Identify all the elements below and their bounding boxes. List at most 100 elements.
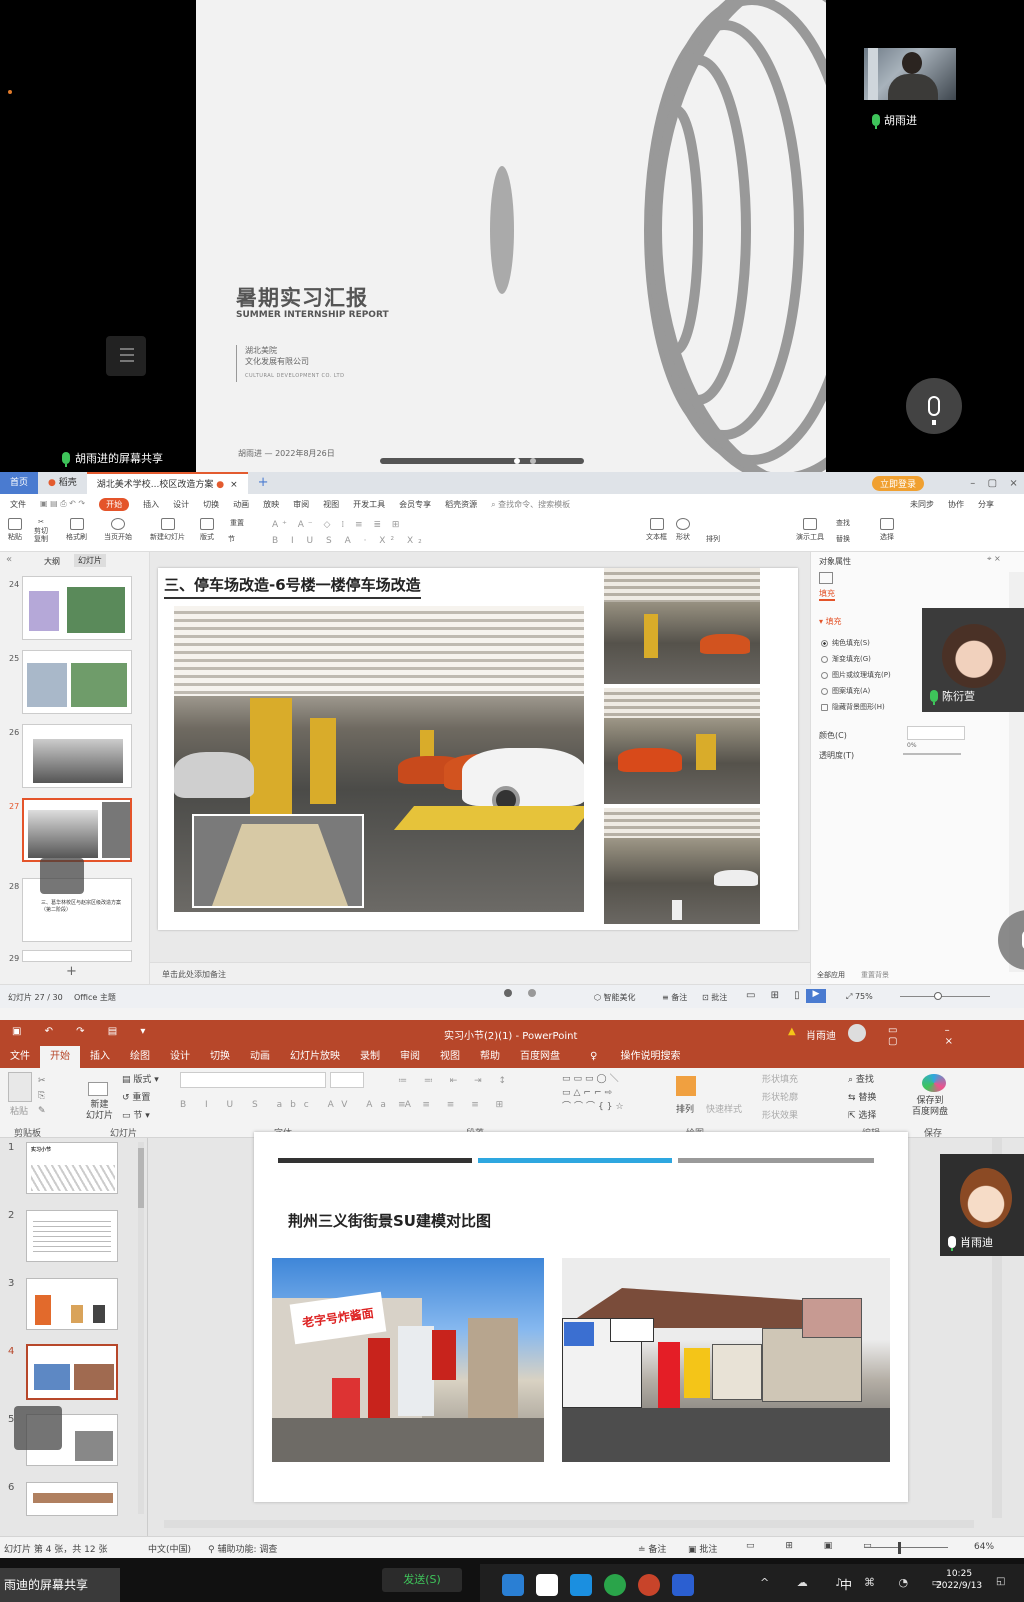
slide-thumb-4[interactable] <box>26 1344 118 1400</box>
apply-all-button[interactable]: 全部应用 <box>817 970 845 980</box>
replace-button[interactable]: 替换 <box>836 534 850 544</box>
mute-mic-button[interactable] <box>906 378 962 434</box>
notes-button[interactable]: ≐ 备注 <box>638 1542 666 1555</box>
shape-button[interactable]: 形状 <box>676 518 690 542</box>
shape-effects-button[interactable]: 形状效果 <box>762 1108 798 1121</box>
menu-animations[interactable]: 动画 <box>240 1046 280 1068</box>
menu-review[interactable]: 审阅 <box>293 499 309 510</box>
new-tab-icon[interactable]: + <box>248 472 279 494</box>
sync-status[interactable]: 未同步 <box>910 499 934 510</box>
shape-gallery[interactable]: ▭▭▭◯＼ ▭△⌐⌐⇨ ⌒⌒⌒{}☆ <box>562 1072 627 1114</box>
menu-record[interactable]: 录制 <box>350 1046 390 1068</box>
hide-bg-checkbox[interactable]: 隐藏背景图形(H) <box>821 702 885 712</box>
reset-button[interactable]: ↺ 重置 <box>122 1090 150 1103</box>
quick-access-icons[interactable]: ▣ ▤ ⎙ ↶ ↷ <box>40 499 85 509</box>
close-icon[interactable]: × <box>1009 478 1017 489</box>
tab-home[interactable]: 首页 <box>0 472 39 494</box>
font-style-tools[interactable]: B I U S A · X² X₂ <box>272 536 427 546</box>
page-dot[interactable] <box>530 458 536 464</box>
solid-fill-radio[interactable]: 纯色填充(S) <box>821 638 870 648</box>
zoom-thumb[interactable] <box>934 992 942 1000</box>
canvas-h-scrollbar[interactable] <box>164 1520 974 1528</box>
add-slide-icon[interactable]: + <box>66 964 77 979</box>
slide-thumb-26[interactable] <box>22 724 132 788</box>
clipboard-tools[interactable]: ✂ ⎘ ✎ <box>38 1074 46 1119</box>
tell-me-search[interactable]: ♀ 操作说明搜索 <box>570 1046 701 1068</box>
layout-button[interactable]: ▤ 版式 ▾ <box>122 1072 159 1085</box>
gradient-fill-radio[interactable]: 渐变填充(G) <box>821 654 871 664</box>
arrange-icon[interactable] <box>676 1076 696 1096</box>
tab-close-icon[interactable]: × <box>230 480 238 490</box>
select-button[interactable]: ⇱ 选择 <box>848 1108 876 1121</box>
menu-view[interactable]: 视图 <box>430 1046 470 1068</box>
paste-button[interactable]: 粘贴 <box>10 1104 28 1117</box>
arrange-button[interactable]: 排列 <box>706 534 720 544</box>
transparency-slider[interactable] <box>903 753 961 755</box>
play-current-button[interactable]: 当页开始 <box>104 518 132 542</box>
menu-view[interactable]: 视图 <box>323 499 339 510</box>
comments-button[interactable]: ⊡ 批注 <box>702 992 727 1003</box>
ppt-current-slide[interactable]: 荆州三义街街景SU建模对比图 老字号炸酱面 <box>254 1132 908 1502</box>
accessibility-status[interactable]: ⚲ 辅助功能: 调查 <box>208 1542 277 1555</box>
language[interactable]: 中文(中国) <box>148 1542 191 1555</box>
share-button[interactable]: 分享 <box>978 499 994 510</box>
fill-icon[interactable] <box>819 572 833 584</box>
smart-beautify-button[interactable]: ⬡ 智能美化 <box>594 992 636 1003</box>
menu-draw[interactable]: 绘图 <box>120 1046 160 1068</box>
user-avatar[interactable] <box>848 1024 866 1042</box>
wechat-icon[interactable] <box>604 1574 626 1596</box>
pin-icon[interactable]: ⌖ × <box>987 554 1001 564</box>
menu-overlay-icon[interactable] <box>14 1406 62 1450</box>
app-icon[interactable] <box>536 1574 558 1596</box>
font-name-select[interactable] <box>180 1072 326 1088</box>
slide-thumb-24[interactable] <box>22 576 132 640</box>
slide-thumb-6[interactable] <box>26 1482 118 1516</box>
color-picker[interactable] <box>907 726 965 740</box>
menu-file[interactable]: 文件 <box>10 499 26 510</box>
menu-design[interactable]: 设计 <box>160 1046 200 1068</box>
menu-insert[interactable]: 插入 <box>80 1046 120 1068</box>
reset-button[interactable]: 重置 <box>230 518 244 528</box>
slide-thumb-3[interactable] <box>26 1278 118 1330</box>
play-button[interactable]: ▶ <box>806 989 826 1003</box>
comments-button[interactable]: ▣ 批注 <box>688 1542 717 1555</box>
new-slide-icon[interactable] <box>88 1082 108 1096</box>
presentation-tools-button[interactable]: 演示工具 <box>796 518 824 542</box>
shape-outline-button[interactable]: 形状轮廓 <box>762 1090 798 1103</box>
find-button[interactable]: 查找 <box>836 518 850 528</box>
maximize-icon[interactable]: ▢ <box>988 478 997 489</box>
participant-video[interactable]: 陈衍萱 <box>922 608 1024 712</box>
view-buttons[interactable]: ▭ ⊞ ▯ <box>746 990 806 1001</box>
app-icon[interactable] <box>570 1574 592 1596</box>
meeting-icon[interactable] <box>672 1574 694 1596</box>
arrange-button[interactable]: 排列 <box>676 1102 694 1115</box>
tab-outline[interactable]: 大纲 <box>44 556 60 567</box>
collapse-icon[interactable]: « <box>6 554 12 565</box>
menu-animation[interactable]: 动画 <box>233 499 249 510</box>
baidu-cloud-icon[interactable] <box>922 1074 946 1092</box>
menu-review[interactable]: 审阅 <box>390 1046 430 1068</box>
font-format-tools[interactable]: A⁺ A⁻ ◇ ⁞ ≡ ≣ ⊞ <box>272 520 403 530</box>
thumb-scrollbar-handle[interactable] <box>138 1148 144 1208</box>
paste-button[interactable]: 粘贴 <box>8 518 22 542</box>
menu-transition[interactable]: 切换 <box>203 499 219 510</box>
slide-thumb-2[interactable] <box>26 1210 118 1262</box>
view-buttons[interactable]: ▭ ⊞ ▣ ▭ <box>746 1541 886 1551</box>
powerpoint-icon[interactable] <box>638 1574 660 1596</box>
props-tab-fill[interactable]: 填充 <box>819 588 835 601</box>
wps-current-slide[interactable]: 三、停车场改造-6号楼一楼停车场改造 <box>158 568 798 930</box>
copy-button[interactable]: 复制 <box>34 534 48 544</box>
tab-slides[interactable]: 幻灯片 <box>74 554 106 567</box>
menu-resources[interactable]: 稻壳资源 <box>445 499 477 510</box>
slide-thumb-25[interactable] <box>22 650 132 714</box>
zoom-slider[interactable] <box>900 996 990 997</box>
slide-thumb-27[interactable] <box>22 798 132 862</box>
tab-document[interactable]: 湖北美术学校...校区改造方案 ● × <box>86 472 248 494</box>
paragraph-tools[interactable]: ≔ ≕ ⇤ ⇥ ↕ <box>398 1076 513 1086</box>
menu-home[interactable]: 开始 <box>40 1046 80 1068</box>
reset-bg-button[interactable]: 重置背景 <box>861 970 889 980</box>
align-tools[interactable]: ≡ ≡ ≡ ≡ ⊞ <box>398 1100 510 1110</box>
zoom-thumb[interactable] <box>898 1542 901 1554</box>
ime-indicator[interactable]: 中 <box>840 1576 852 1593</box>
section-button[interactable]: 节 <box>228 534 235 544</box>
